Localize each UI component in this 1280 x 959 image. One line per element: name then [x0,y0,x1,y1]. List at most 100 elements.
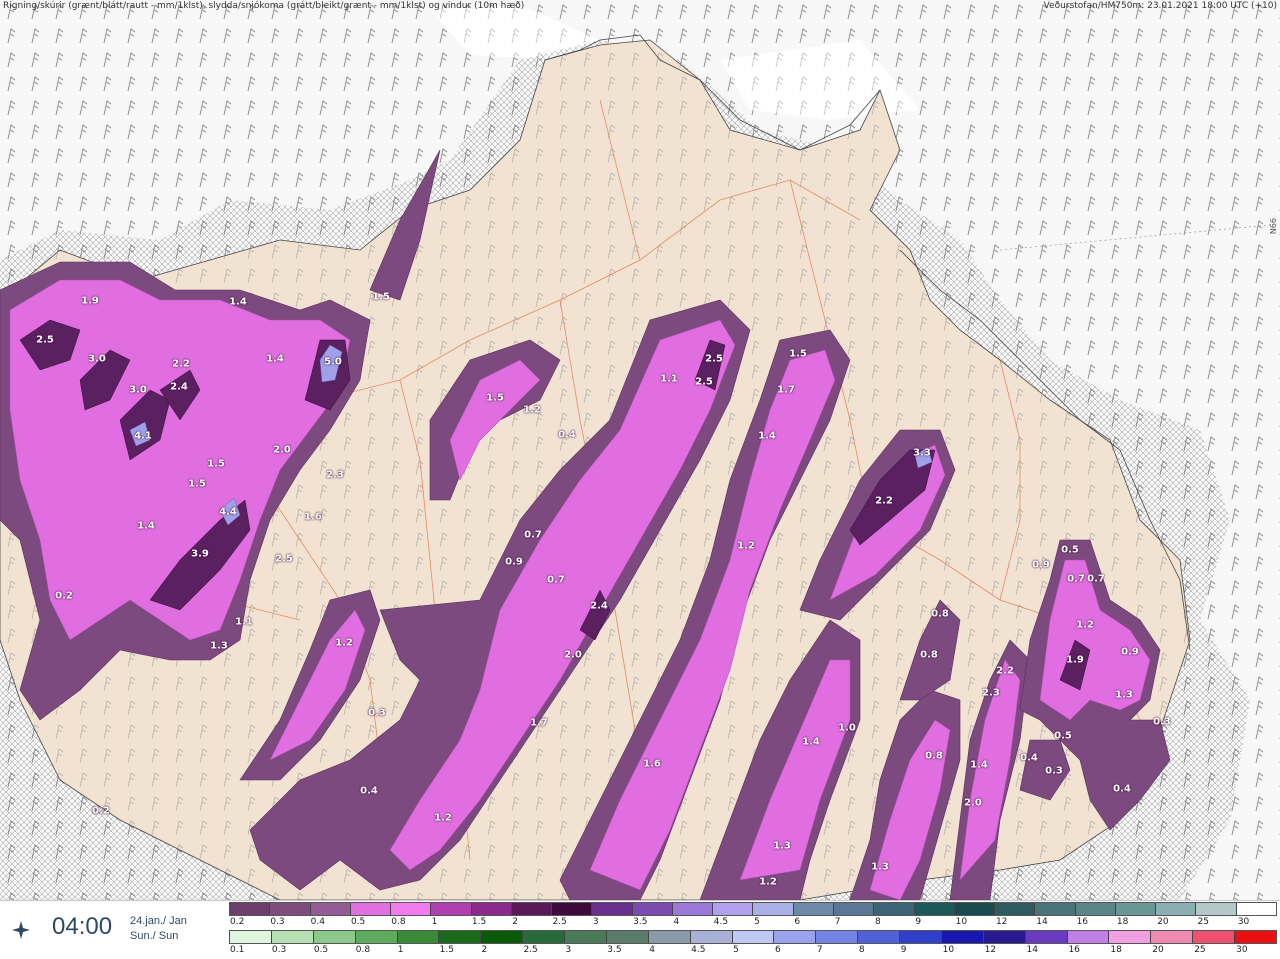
precip-value-label: 0.8 [925,750,943,762]
scale-swatch [481,931,524,943]
precip-value-label: 3.0 [88,353,106,365]
scale-label: 7 [834,917,841,927]
scale-label: 3.5 [607,945,622,955]
scale-swatch [672,903,714,915]
precip-value-label: 0.9 [1121,646,1139,658]
precip-value-label: 1.3 [773,840,791,852]
scale-label: 4.5 [691,945,706,955]
scale-swatch [1109,931,1152,943]
precip-value-label: 2.2 [996,665,1014,677]
precip-value-label: 2.2 [172,358,190,370]
precip-value-label: 0.3 [1045,765,1063,777]
forecast-time: 04:00 [52,913,113,940]
precip-value-label: 1.2 [523,404,541,416]
scale-label: 3 [565,945,572,955]
precip-value-label: 0.8 [920,649,938,661]
scale-swatch [983,931,1026,943]
scale-swatch [523,931,565,943]
scale-swatch [271,931,314,943]
scale-swatch [1075,903,1116,915]
scale-label: 1.5 [439,945,454,955]
scale-swatch [391,903,432,915]
precip-value-label: 0.9 [505,556,523,568]
scale-label: 2.5 [523,945,538,955]
scale-swatch [1236,903,1276,915]
scale-swatch [230,931,272,943]
precip-value-label: 1.2 [434,812,452,824]
scale-swatch [816,931,859,943]
precip-value-label: 2.2 [875,495,893,507]
compass-star-icon [12,921,30,939]
scale-swatch [774,931,817,943]
scale-swatch [1035,903,1076,915]
precip-value-label: 0.8 [931,608,949,620]
precip-value-label: 1.5 [486,392,504,404]
scale-label: 10 [955,917,968,927]
precip-value-label: 4.1 [134,430,152,442]
scale-label: 18 [1110,945,1122,955]
scale-label: 7 [816,945,823,955]
scale-label: 30 [1236,945,1248,955]
scale-swatch [1067,931,1110,943]
rain-scale-labels: 0.1 0.3 0.5 0.8 1 1.5 2 2.5 3 3.5 4 4.5 5 6 7 8 9 10 12 14 1… [229,945,1277,957]
scale-label: 9 [915,917,922,927]
precip-value-label: 2.5 [275,553,293,565]
scale-swatch [690,931,733,943]
precip-value-label: 2.5 [695,376,713,388]
latitude-label: N66 [1269,218,1278,235]
scale-swatch [355,931,398,943]
scale-label: 30 [1237,917,1250,927]
precip-value-label: 1.9 [81,295,99,307]
precip-value-label: 1.2 [759,876,777,888]
precip-value-label: 1.5 [789,348,807,360]
precip-value-label: 0.5 [1061,544,1079,556]
scale-label: 1 [431,917,438,927]
precip-value-label: 2.0 [564,649,582,661]
precip-value-label: 0.2 [55,590,73,602]
precip-value-label: 0.7 [1087,573,1105,585]
scale-swatch [1193,931,1235,943]
precip-value-label: 1.4 [229,296,247,308]
precip-value-label: 0.7 [524,529,542,541]
scale-swatch [1151,931,1194,943]
scale-label: 12 [995,917,1008,927]
scale-swatch [1156,903,1197,915]
precip-value-label: 1.9 [1066,654,1084,666]
precip-value-label: 1.1 [660,373,678,385]
precip-value-label: 1.4 [758,430,776,442]
scale-swatch [552,903,593,915]
precip-value-label: 2.4 [590,600,608,612]
precip-value-label: 0.5 [1054,730,1072,742]
precip-value-label: 1.1 [235,616,253,628]
precip-value-label: 3.0 [129,384,147,396]
scale-swatch [313,931,356,943]
precip-value-label: 4.4 [219,506,237,518]
precipitation-map[interactable] [0,0,1280,900]
scale-label: 16 [1076,917,1089,927]
scale-label: 3.5 [633,917,648,927]
precip-value-label: 2.5 [705,353,723,365]
precip-value-label: 0.3 [368,707,386,719]
precip-value-label: 0.4 [1113,783,1131,795]
scale-swatch [565,931,607,943]
precip-value-label: 0.9 [1032,559,1050,571]
precip-value-label: 2.5 [36,334,54,346]
scale-swatch [397,931,440,943]
precip-value-label: 0.7 [547,574,565,586]
precip-value-label: 2.3 [982,687,1000,699]
scale-swatch [439,931,482,943]
scale-label: 0.4 [310,917,325,927]
scale-label: 20 [1152,945,1164,955]
map-title: Rigning/skúrir (grænt/blátt/rautt - mm/1… [3,1,525,11]
snow-color-scale [229,902,1277,916]
precip-value-label: 1.7 [530,717,548,729]
scale-swatch [833,903,875,915]
precip-value-label: 3.9 [191,548,209,560]
precip-value-label: 3.3 [913,447,931,459]
scale-label: 25 [1194,945,1206,955]
precip-value-label: 1.0 [838,722,856,734]
precip-value-label: 1.4 [802,736,820,748]
precip-value-label: 2.0 [273,444,291,456]
snow-scale-labels: 0.2 0.3 0.4 0.5 0.8 1 1.5 2 2.5 3 3.5 4 4.5 5 6 7 8 9 10 12… [229,917,1277,929]
precip-value-label: 1.3 [1115,689,1133,701]
